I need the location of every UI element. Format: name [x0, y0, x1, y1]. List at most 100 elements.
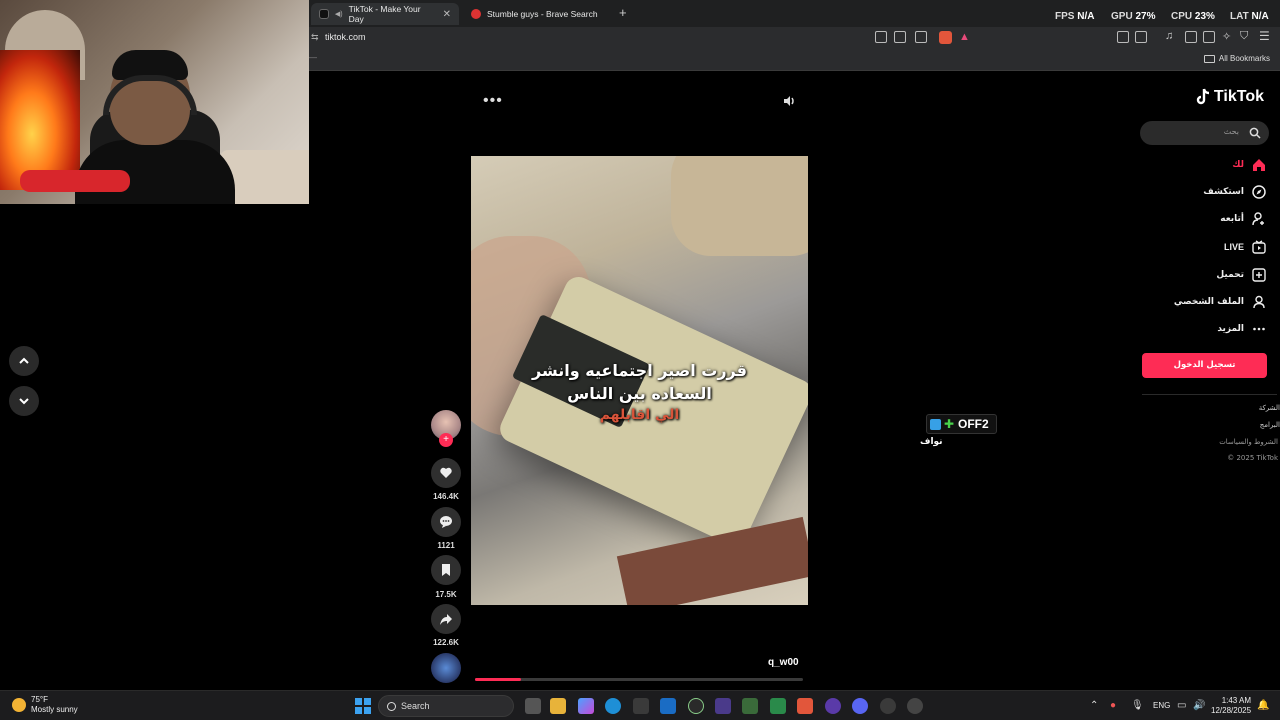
sidebar-item-label: الملف الشخصي — [1173, 297, 1244, 307]
sidebar-item-label: لك — [1232, 160, 1244, 170]
close-tab-icon[interactable]: ✕ — [443, 9, 451, 20]
system-clock[interactable]: 1:43 AM 12/28/2025 — [1211, 696, 1251, 716]
more-icon — [1253, 327, 1265, 331]
edge-icon[interactable] — [605, 698, 621, 714]
chrome-icon[interactable] — [880, 698, 896, 714]
profile-icon — [1253, 295, 1265, 309]
sidebar-item-explore[interactable]: استكشف — [1203, 185, 1266, 199]
sidebar-item-live[interactable]: LIVE — [1224, 240, 1266, 254]
cast-icon[interactable] — [894, 31, 906, 43]
fps-readout: FPS N/A — [1055, 11, 1095, 22]
video-more-options-icon[interactable]: ••• — [483, 92, 503, 110]
store-icon[interactable] — [633, 698, 649, 714]
file-explorer-icon[interactable] — [550, 698, 566, 714]
search-input[interactable]: بحث — [1140, 121, 1269, 145]
brave-taskbar-icon[interactable] — [797, 698, 813, 714]
follow-button[interactable]: + — [439, 433, 453, 447]
tray-app-icon[interactable]: ● — [1110, 700, 1116, 711]
brave-rewards-icon[interactable]: ▲ — [959, 31, 970, 43]
microphone-icon[interactable]: 🎙 — [1131, 700, 1144, 711]
sidebar-item-profile[interactable]: الملف الشخصي — [1174, 295, 1266, 309]
audio-icon: ◀) — [334, 11, 343, 18]
caption-line-3: الي اقابلهم — [599, 407, 680, 423]
tray-chevron-up-icon[interactable]: ⌃ — [1090, 700, 1098, 711]
live-icon — [1252, 240, 1266, 254]
share-count: 122.6K — [433, 638, 459, 647]
off2-overlay-badge: ✚ OFF2 — [926, 414, 997, 434]
start-button[interactable] — [355, 698, 371, 714]
save-button[interactable] — [431, 555, 461, 585]
site-info-icon[interactable]: ⇆ — [311, 32, 319, 43]
comment-icon — [440, 516, 452, 528]
app-u-icon[interactable] — [688, 698, 704, 714]
tiktok-note-icon — [1196, 88, 1209, 105]
image-app-icon[interactable] — [742, 698, 758, 714]
sidebar-toggle-icon[interactable] — [1135, 31, 1147, 43]
brave-shields-icon[interactable] — [939, 31, 952, 44]
sidebar-divider — [1142, 394, 1277, 395]
comment-button[interactable] — [431, 507, 461, 537]
sidebar-item-label: المزيد — [1217, 324, 1244, 334]
chevron-down-icon — [19, 398, 29, 405]
share-icon[interactable] — [915, 31, 927, 43]
app-badge-icon — [930, 418, 941, 430]
sidebar-item-label: استكشف — [1203, 187, 1244, 197]
network-icon[interactable]: ▭ — [1177, 700, 1186, 711]
tab-brave-search[interactable]: Stumble guys - Brave Search — [463, 3, 613, 25]
sidebar-item-more[interactable]: المزيد — [1217, 322, 1266, 336]
speaker-icon[interactable]: 🔊 — [1193, 700, 1205, 711]
pycharm-icon[interactable] — [715, 698, 731, 714]
discord-icon[interactable] — [852, 698, 868, 714]
volume-icon[interactable] — [782, 94, 796, 108]
copilot-icon[interactable] — [578, 698, 594, 714]
footer-link-company[interactable]: الشركة — [1259, 404, 1280, 412]
taskbar-search[interactable]: Search — [378, 695, 514, 717]
notification-icon[interactable]: 🔔 — [1257, 700, 1269, 711]
share-button[interactable] — [431, 604, 461, 634]
sidebar-item-following[interactable]: أتابعه — [1220, 212, 1266, 226]
compass-icon — [1252, 185, 1266, 199]
sidebar-item-for-you[interactable]: لك — [1232, 158, 1266, 172]
video-player[interactable]: قررت اصير اجتماعيه وانشر السعاده بين الن… — [471, 156, 808, 605]
tab-label: TikTok - Make Your Day — [348, 4, 421, 24]
overlay-subtext: نواف — [920, 437, 943, 447]
media-icon[interactable]: ♫ — [1165, 30, 1173, 42]
clock-time: 1:43 AM — [1221, 696, 1252, 705]
weather-widget[interactable]: 75°F Mostly sunny — [12, 695, 78, 715]
settings-gear-icon[interactable] — [907, 698, 923, 714]
sun-icon — [12, 698, 26, 712]
tab-label: Stumble guys - Brave Search — [487, 9, 598, 19]
menu-icon[interactable]: ☰ — [1259, 29, 1270, 43]
all-bookmarks-button[interactable]: All Bookmarks — [1203, 54, 1270, 63]
split-view-icon[interactable] — [1185, 31, 1197, 43]
vpn-icon[interactable]: ⛉ — [1240, 30, 1248, 43]
footer-link-terms[interactable]: الشروط والسياسات — [1219, 438, 1278, 446]
footer-link-programs[interactable]: البرامج — [1260, 421, 1280, 429]
video-progress-bar[interactable] — [475, 678, 803, 681]
leo-ai-icon[interactable]: ✧ — [1222, 30, 1231, 43]
url-text[interactable]: tiktok.com — [325, 32, 366, 42]
weather-temp: 75°F — [31, 695, 48, 704]
extensions-icon[interactable] — [1117, 31, 1129, 43]
music-disc-icon[interactable] — [431, 653, 461, 683]
login-button[interactable]: تسجيل الدخول — [1142, 353, 1267, 378]
wallet-icon[interactable] — [1203, 31, 1215, 43]
mail-icon[interactable] — [660, 698, 676, 714]
language-indicator[interactable]: ENG — [1153, 701, 1170, 710]
video-author-username[interactable]: q_w00 — [768, 657, 799, 668]
sidebar-item-upload[interactable]: تحميل — [1216, 268, 1266, 282]
tiktok-favicon-icon — [319, 9, 329, 19]
address-bar[interactable]: ⇆ tiktok.com ▲ ♫ ✧ ⛉ ☰ — [309, 27, 1280, 49]
plus-icon: ✚ — [944, 416, 955, 431]
previous-video-button[interactable] — [9, 346, 39, 376]
tiktok-logo[interactable]: TikTok — [1195, 88, 1264, 106]
green-app-icon[interactable] — [770, 698, 786, 714]
tab-tiktok[interactable]: ◀) TikTok - Make Your Day ✕ — [311, 3, 459, 25]
like-button[interactable] — [431, 458, 461, 488]
obs-icon[interactable] — [825, 698, 841, 714]
search-icon — [387, 702, 396, 711]
task-view-icon[interactable] — [525, 698, 541, 714]
reader-icon[interactable] — [875, 31, 887, 43]
new-tab-button[interactable]: + — [619, 5, 627, 20]
next-video-button[interactable] — [9, 386, 39, 416]
